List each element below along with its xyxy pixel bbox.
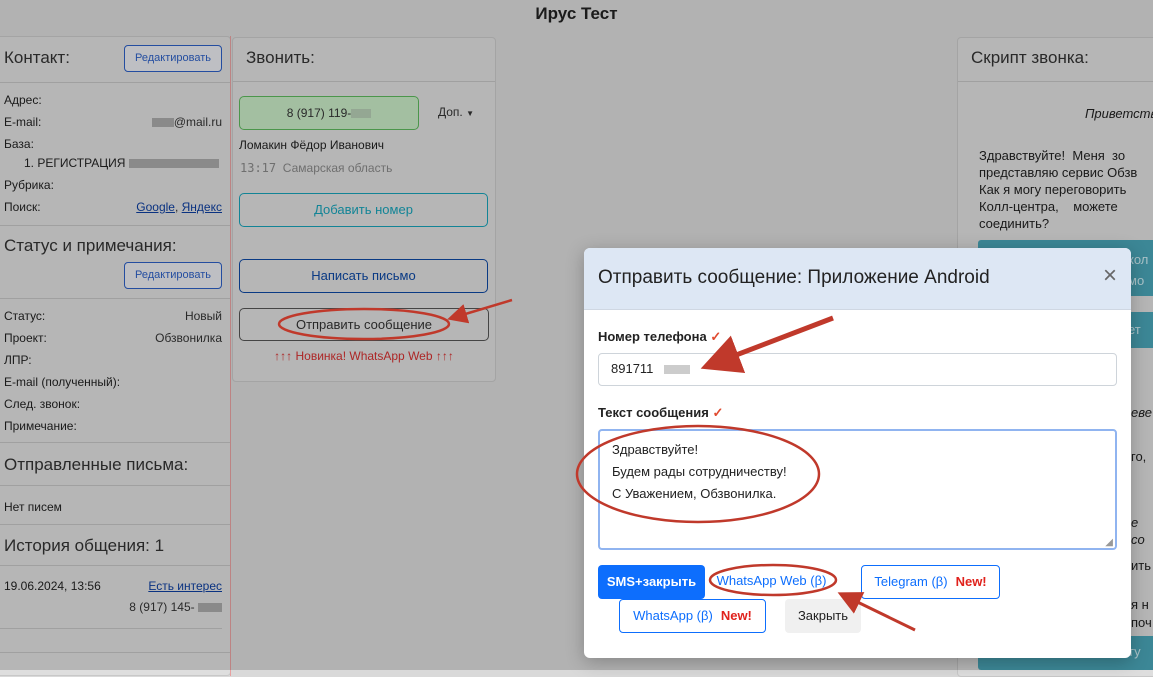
close-icon[interactable]: ×	[1103, 264, 1117, 288]
checkmark-icon: ✓	[712, 405, 724, 420]
redacted-block	[664, 365, 691, 375]
phone-label: Номер телефона ✓	[598, 329, 721, 345]
send-message-modal: Отправить сообщение: Приложение Android …	[584, 248, 1131, 658]
resize-handle-icon[interactable]: ◢	[1105, 538, 1113, 548]
message-line: Здравствуйте!	[612, 442, 699, 457]
telegram-button[interactable]: Telegram (β) New!	[861, 565, 1000, 599]
modal-header: Отправить сообщение: Приложение Android …	[584, 248, 1131, 310]
new-badge: New!	[720, 608, 752, 623]
close-button[interactable]: Закрыть	[785, 599, 861, 633]
message-label: Текст сообщения ✓	[598, 405, 723, 421]
new-badge: New!	[955, 574, 987, 589]
whatsapp-web-button[interactable]: WhatsApp Web (β)	[715, 566, 828, 596]
phone-value: 891711	[611, 361, 654, 376]
whatsapp-label: WhatsApp (β)	[633, 608, 713, 623]
phone-label-text: Номер телефона	[598, 329, 707, 344]
message-line: Будем рады сотрудничеству!	[612, 464, 787, 479]
telegram-label: Telegram (β)	[874, 574, 948, 589]
sms-close-button[interactable]: SMS+закрыть	[598, 565, 705, 599]
checkmark-icon: ✓	[710, 329, 722, 344]
modal-title: Отправить сообщение: Приложение Android	[598, 267, 990, 288]
whatsapp-button[interactable]: WhatsApp (β) New!	[619, 599, 766, 633]
message-label-text: Текст сообщения	[598, 405, 709, 420]
phone-input[interactable]: 891711	[598, 353, 1117, 386]
message-line: С Уважением, Обзвонилка.	[612, 486, 777, 501]
message-textarea[interactable]: Здравствуйте! Будем рады сотрудничеству!…	[598, 429, 1117, 550]
